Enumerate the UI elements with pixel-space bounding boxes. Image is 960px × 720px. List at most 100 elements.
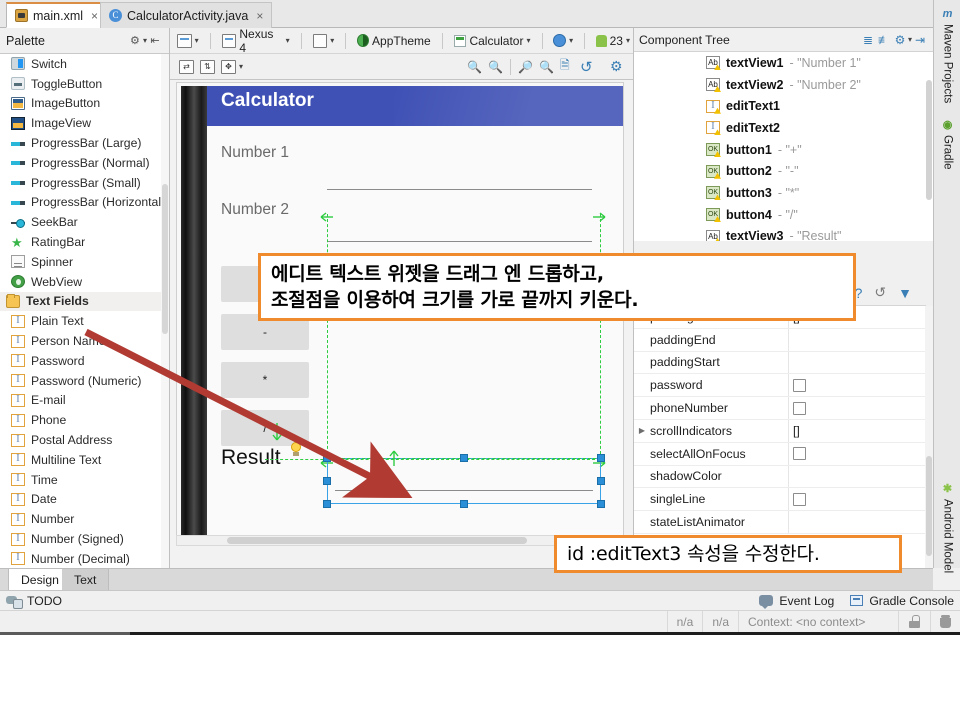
property-row-paddingend[interactable]: paddingEnd [634, 329, 926, 352]
tool-window-maven-projects[interactable]: m Maven Projects [934, 8, 960, 103]
palette-scrollbar[interactable] [161, 54, 169, 568]
preview-edittext1[interactable] [327, 189, 592, 190]
palette-item-number[interactable]: Number [0, 509, 162, 529]
tool-window-gradle[interactable]: ◉ Gradle [934, 118, 960, 170]
tab-text[interactable]: Text [62, 569, 109, 591]
locale-globe-icon[interactable]: ▾ [550, 31, 576, 51]
checkbox[interactable] [793, 447, 806, 460]
palette-item-progressbar-horizontal[interactable]: ProgressBar (Horizontal) [0, 193, 162, 213]
component-tree-list[interactable]: AbtextView1 - "Number 1" AbtextView2 - "… [634, 52, 926, 241]
preview-edittext2[interactable] [327, 241, 592, 242]
resize-handle-middle-right[interactable] [597, 477, 605, 485]
fit-width-icon[interactable]: ⇄ [176, 57, 197, 77]
palette-scrollbar-thumb[interactable] [162, 184, 168, 334]
resize-handle-top-left[interactable] [323, 454, 331, 462]
properties-table[interactable]: ▶padding[] paddingEnd paddingStart passw… [634, 306, 926, 568]
palette-item-switch[interactable]: Switch [0, 54, 162, 74]
palette-item-postal-address[interactable]: Postal Address [0, 430, 162, 450]
property-row-selectallonfocus[interactable]: selectAllOnFocus [634, 443, 926, 466]
palette-item-spinner[interactable]: Spinner [0, 252, 162, 272]
editor-tab-main-xml[interactable]: main.xml × [6, 2, 107, 28]
tree-item-button3[interactable]: OKbutton3 - "*" [634, 182, 926, 204]
property-row-paddingstart[interactable]: paddingStart [634, 352, 926, 375]
resize-handle-middle-left[interactable] [323, 477, 331, 485]
device-config-icon[interactable]: ▾ [174, 31, 202, 51]
preview-button-divide[interactable]: / [221, 410, 309, 446]
orientation-icon[interactable]: ▾ [310, 31, 338, 51]
palette-item-webview[interactable]: WebView [0, 272, 162, 292]
zoom-1-1-icon[interactable]: 🔍 [485, 57, 506, 77]
gear-icon[interactable]: ⚙ [127, 33, 143, 49]
editor-tab-calculator-activity[interactable]: C CalculatorActivity.java × [100, 2, 272, 28]
gradle-console-button[interactable]: Gradle Console [850, 594, 954, 608]
palette-item-multiline-text[interactable]: Multiline Text [0, 450, 162, 470]
expand-icon[interactable]: ▶ [634, 426, 650, 435]
property-value[interactable] [788, 374, 926, 396]
property-row-shadowcolor[interactable]: shadowColor [634, 466, 926, 489]
property-value[interactable] [788, 397, 926, 419]
gear-icon[interactable]: ⚙ [607, 57, 627, 77]
lightbulb-icon[interactable] [289, 442, 303, 458]
palette-item-ratingbar[interactable]: ★RatingBar [0, 232, 162, 252]
palette-item-password[interactable]: Password [0, 351, 162, 371]
fit-screen-icon[interactable]: ✥▾ [218, 57, 246, 77]
screenshot-icon[interactable]: 🗎 [557, 57, 577, 77]
property-value[interactable] [788, 511, 926, 533]
resize-handle-top-center[interactable] [460, 454, 468, 462]
checkbox[interactable] [793, 379, 806, 392]
palette-item-seekbar[interactable]: SeekBar [0, 212, 162, 232]
property-value[interactable] [788, 488, 926, 510]
palette-item-imagebutton[interactable]: ImageButton [0, 94, 162, 114]
theme-selector[interactable]: AppTheme [354, 31, 434, 51]
property-value[interactable] [788, 329, 926, 351]
property-row-phonenumber[interactable]: phoneNumber [634, 397, 926, 420]
checkbox[interactable] [793, 493, 806, 506]
property-value[interactable]: [] [788, 420, 926, 442]
expand-all-icon[interactable]: ≣ [860, 32, 876, 48]
todo-button[interactable]: TODO [6, 594, 62, 608]
trash-icon[interactable] [931, 611, 960, 633]
refresh-icon[interactable]: ↺ [577, 57, 597, 77]
collapse-all-icon[interactable]: ≢ [876, 32, 892, 48]
checkbox[interactable] [793, 402, 806, 415]
property-value[interactable] [788, 443, 926, 465]
palette-item-togglebutton[interactable]: ToggleButton [0, 74, 162, 94]
tree-item-textview1[interactable]: AbtextView1 - "Number 1" [634, 52, 926, 74]
preview-label-result[interactable]: Result [221, 446, 281, 470]
preview-label-number1[interactable]: Number 1 [221, 144, 289, 162]
palette-item-progressbar-large[interactable]: ProgressBar (Large) [0, 133, 162, 153]
palette-item-number-signed[interactable]: Number (Signed) [0, 529, 162, 549]
tree-item-edittext1[interactable]: editText1 [634, 95, 926, 117]
collapse-panel-icon[interactable]: ⇥ [912, 32, 928, 48]
gear-icon[interactable]: ⚙ [892, 32, 908, 48]
palette-item-progressbar-normal[interactable]: ProgressBar (Normal) [0, 153, 162, 173]
property-value[interactable] [788, 352, 926, 374]
preview-label-number2[interactable]: Number 2 [221, 201, 289, 219]
tree-item-textview2[interactable]: AbtextView2 - "Number 2" [634, 74, 926, 96]
resize-handle-top-right[interactable] [597, 454, 605, 462]
design-canvas-area[interactable]: Calculator Number 1 Number 2 + - * / [170, 80, 633, 568]
tree-item-textview3[interactable]: AbtextView3 - "Result" [634, 226, 926, 242]
fit-height-icon[interactable]: ⇅ [197, 57, 218, 77]
close-icon[interactable]: × [256, 9, 263, 23]
property-row-scrollindicators[interactable]: ▶scrollIndicators[] [634, 420, 926, 443]
palette-item-progressbar-small[interactable]: ProgressBar (Small) [0, 173, 162, 193]
palette-item-phone[interactable]: Phone [0, 410, 162, 430]
tree-item-button2[interactable]: OKbutton2 - "-" [634, 160, 926, 182]
tree-item-button4[interactable]: OKbutton4 - "/" [634, 204, 926, 226]
tree-item-button1[interactable]: OKbutton1 - "+" [634, 139, 926, 161]
event-log-button[interactable]: Event Log [759, 594, 834, 608]
palette-category-text-fields[interactable]: Text Fields [0, 292, 162, 312]
collapse-panel-icon[interactable]: ⇤ [147, 33, 163, 49]
property-row-statelistanimator[interactable]: stateListAnimator [634, 511, 926, 534]
filter-icon[interactable]: ▼ [898, 285, 912, 301]
tree-item-edittext2[interactable]: editText2 [634, 117, 926, 139]
close-icon[interactable]: × [91, 9, 98, 23]
resize-handle-bottom-right[interactable] [597, 500, 605, 508]
palette-item-number-decimal[interactable]: Number (Decimal) [0, 549, 162, 568]
zoom-in-icon[interactable]: 🔎 [515, 57, 536, 77]
selected-widget-edittext3[interactable] [327, 458, 601, 504]
palette-item-email[interactable]: E-mail [0, 391, 162, 411]
resize-handle-bottom-center[interactable] [460, 500, 468, 508]
properties-scrollbar[interactable] [925, 306, 933, 568]
